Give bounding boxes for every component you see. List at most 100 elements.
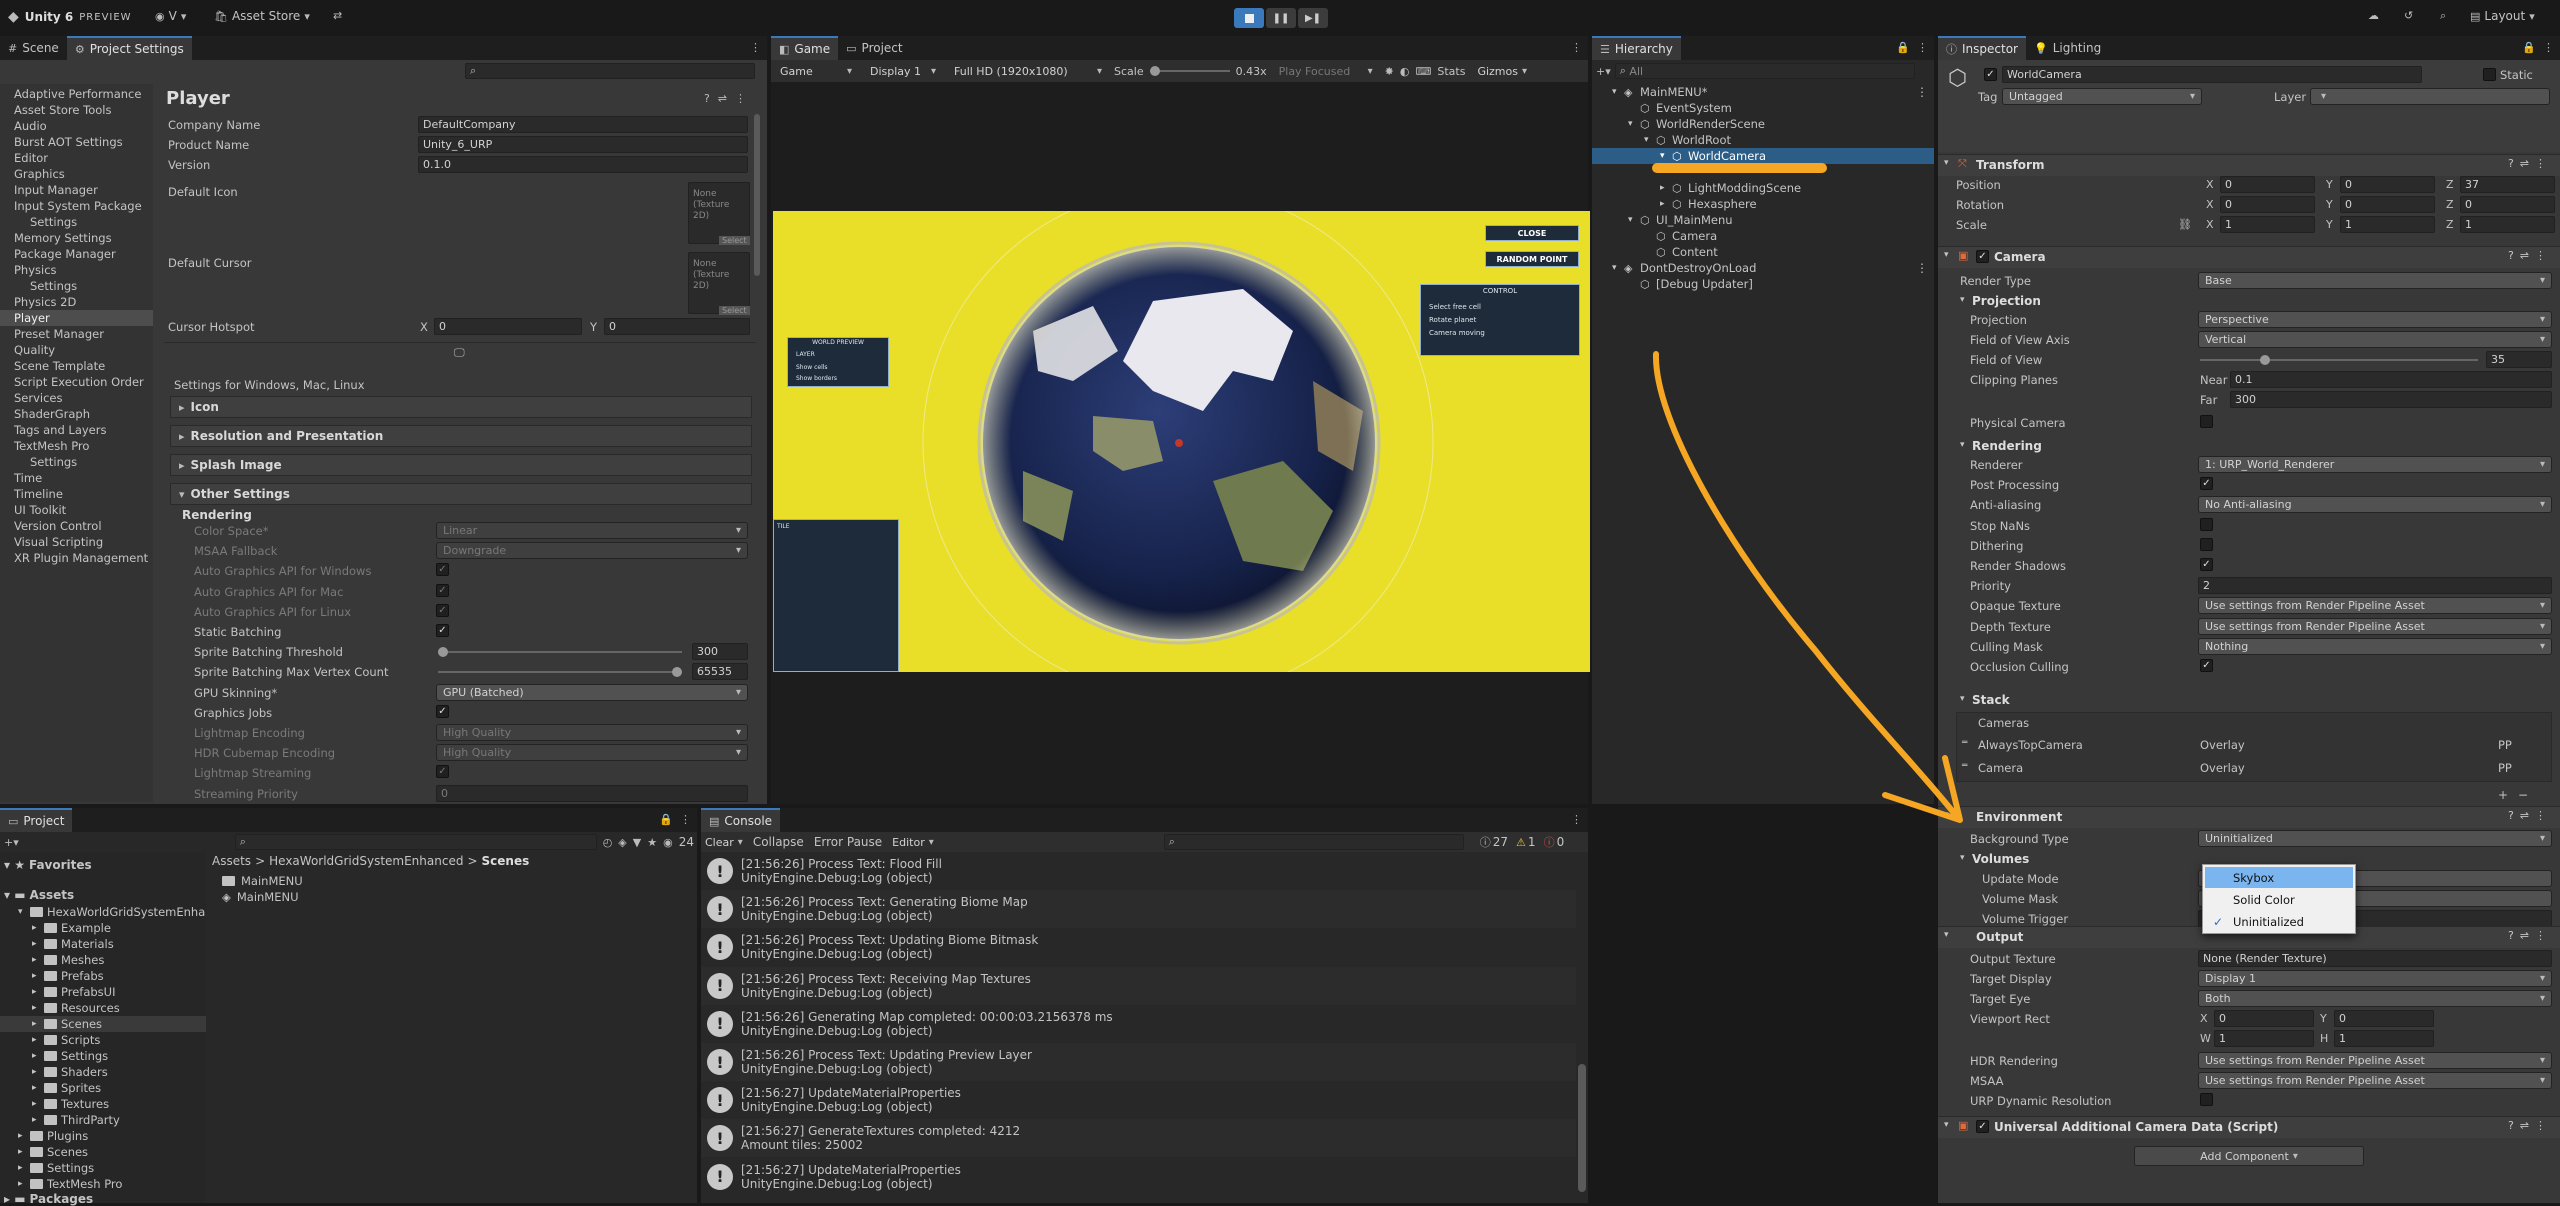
settings-nav-item[interactable]: Settings bbox=[0, 454, 153, 470]
target-display-dropdown[interactable]: Display 1 bbox=[2198, 970, 2552, 987]
log-entry[interactable]: ! [21:56:26] Process Text: Updating Previ… bbox=[701, 1043, 1576, 1081]
property-checkbox[interactable] bbox=[2200, 537, 2213, 551]
component-enabled-checkbox[interactable]: ✓ bbox=[1976, 250, 1989, 263]
project-search-input[interactable]: ⌕ bbox=[234, 834, 597, 850]
console-search-input[interactable]: ⌕ bbox=[1163, 834, 1464, 850]
expand-arrow-icon[interactable]: ▸ bbox=[18, 1179, 26, 1189]
setting-checkbox[interactable]: ✓ bbox=[436, 603, 449, 617]
collapse-toggle[interactable]: Collapse bbox=[753, 835, 804, 849]
log-entry[interactable]: ! [21:56:27] UpdateMaterialProperties Unit… bbox=[701, 1081, 1576, 1120]
more-icon[interactable]: ⋮ bbox=[1917, 41, 1928, 54]
expand-arrow-icon[interactable]: ▸ bbox=[32, 1035, 40, 1045]
audio-icon[interactable]: ◐ bbox=[1400, 65, 1410, 78]
project-tree-item[interactable]: ▸ Plugins bbox=[0, 1128, 206, 1144]
control-rotate[interactable]: Rotate planet bbox=[1429, 316, 1579, 324]
vector-component-field[interactable]: 0 bbox=[2340, 176, 2435, 193]
project-tree-item[interactable]: ▸ Sprites bbox=[0, 1080, 206, 1096]
add-icon[interactable]: +▾ bbox=[1596, 65, 1611, 78]
settings-nav-item[interactable]: Scene Template bbox=[0, 358, 153, 374]
log-entry[interactable]: ! [21:56:26] Process Text: Flood Fill Unit… bbox=[701, 852, 1576, 890]
unity-account-menu[interactable]: ◆ Unity 6 PREVIEW bbox=[8, 9, 132, 25]
breadcrumb-item[interactable]: HexaWorldGridSystemEnhanced bbox=[269, 854, 463, 868]
tab-lighting[interactable]: 💡 Lighting bbox=[2026, 36, 2109, 60]
hotspot-x-field[interactable]: 0 bbox=[434, 318, 582, 335]
foldout-arrow-icon[interactable]: ▾ bbox=[1944, 250, 1949, 260]
tab-inspector[interactable]: ⓘ Inspector bbox=[1938, 36, 2026, 60]
expand-arrow-icon[interactable]: ▾ bbox=[1628, 119, 1633, 129]
stats-toggle[interactable]: Stats bbox=[1437, 65, 1465, 78]
physical-camera-checkbox[interactable] bbox=[2200, 415, 2213, 428]
setting-dropdown[interactable]: GPU (Batched) bbox=[436, 683, 748, 701]
project-tree-item[interactable]: ▸ Shaders bbox=[0, 1064, 206, 1080]
expand-arrow-icon[interactable]: ▸ bbox=[32, 939, 40, 949]
vector-component-field[interactable]: 1 bbox=[2220, 216, 2315, 233]
expand-arrow-icon[interactable]: ▸ bbox=[32, 1019, 40, 1029]
project-tree-item[interactable]: ▸ Settings bbox=[0, 1048, 206, 1064]
control-select[interactable]: Select free cell bbox=[1429, 303, 1579, 311]
component-actions[interactable]: ?⇌⋮ bbox=[2508, 809, 2552, 822]
lock-icon[interactable]: 🔒 bbox=[2522, 41, 2536, 54]
component-actions[interactable]: ?⇌⋮ bbox=[2508, 157, 2552, 170]
settings-nav-item[interactable]: UI Toolkit bbox=[0, 502, 153, 518]
component-enabled-checkbox[interactable]: ✓ bbox=[1976, 1120, 1989, 1133]
setting-checkbox[interactable]: ✓ bbox=[436, 624, 449, 637]
tab-hierarchy[interactable]: ☰ Hierarchy bbox=[1592, 36, 1681, 60]
setting-dropdown[interactable]: High Quality bbox=[436, 744, 748, 762]
vector-component-field[interactable]: 37 bbox=[2460, 176, 2555, 193]
expand-arrow-icon[interactable]: ▸ bbox=[32, 971, 40, 981]
expand-arrow-icon[interactable]: ▸ bbox=[32, 1067, 40, 1077]
setting-checkbox[interactable]: ✓ bbox=[436, 765, 449, 779]
popup-option[interactable]: Skybox bbox=[2205, 867, 2353, 888]
project-tree-item[interactable]: ▸ Scenes bbox=[0, 1016, 206, 1032]
background-type-dropdown[interactable]: Uninitialized bbox=[2198, 830, 2552, 847]
viewport-field[interactable]: 1 bbox=[2214, 1030, 2314, 1047]
hdr-dropdown[interactable]: Use settings from Render Pipeline Asset bbox=[2198, 1052, 2552, 1069]
expand-arrow-icon[interactable]: ▸ bbox=[32, 1115, 40, 1125]
project-tree-item[interactable]: ▸ Prefabs bbox=[0, 968, 206, 984]
settings-nav-item[interactable]: Graphics bbox=[0, 166, 153, 182]
hierarchy-item[interactable]: ▸ ⬡ Hexasphere bbox=[1592, 196, 1934, 212]
expand-arrow-icon[interactable]: ▸ bbox=[32, 923, 40, 933]
foldout-arrow-icon[interactable]: ▾ bbox=[1960, 440, 1965, 450]
setting-slider[interactable] bbox=[438, 647, 682, 658]
packages-root[interactable]: ▸ ▬ Packages bbox=[4, 1192, 93, 1206]
log-entry[interactable]: ! [21:56:26] Process Text: Receiving Map … bbox=[701, 966, 1576, 1005]
scale-slider[interactable] bbox=[1149, 66, 1230, 76]
settings-nav-item[interactable]: Asset Store Tools bbox=[0, 102, 153, 118]
hierarchy-item[interactable]: ▾ ⬡ UI_MainMenu bbox=[1592, 212, 1934, 228]
foldout-arrow-icon[interactable]: ▾ bbox=[1960, 694, 1965, 704]
property-dropdown[interactable]: Nothing bbox=[2198, 637, 2552, 655]
project-tree-item[interactable]: ▸ Scripts bbox=[0, 1032, 206, 1048]
default-icon-slot[interactable]: None (Texture 2D) bbox=[688, 182, 750, 244]
setting-field[interactable]: 0 bbox=[436, 784, 748, 802]
lock-icon[interactable]: 🔒 bbox=[659, 813, 673, 826]
vector-component-field[interactable]: 1 bbox=[2340, 216, 2435, 233]
settings-nav-item[interactable]: Settings bbox=[0, 214, 153, 230]
expand-arrow-icon[interactable]: ▸ bbox=[1660, 183, 1665, 193]
expand-arrow-icon[interactable]: ▸ bbox=[1660, 199, 1665, 209]
property-dropdown[interactable]: Use settings from Render Pipeline Asset bbox=[2198, 617, 2552, 635]
static-checkbox[interactable] bbox=[2483, 68, 2496, 81]
log-entry[interactable]: ! [21:56:26] Process Text: Updating Biome… bbox=[701, 928, 1576, 967]
more-icon[interactable]: ⋮ bbox=[735, 92, 746, 105]
settings-nav-item[interactable]: Script Execution Order bbox=[0, 374, 153, 390]
settings-search-input[interactable]: ⌕ bbox=[465, 63, 755, 79]
expand-arrow-icon[interactable]: ▸ bbox=[32, 1099, 40, 1109]
log-entry[interactable]: ! [21:56:26] Process Text: Generating Bio… bbox=[701, 890, 1576, 929]
project-tree-item[interactable]: ▸ Meshes bbox=[0, 952, 206, 968]
settings-nav-item[interactable]: Preset Manager bbox=[0, 326, 153, 342]
play-button[interactable] bbox=[1234, 8, 1264, 28]
settings-nav-item[interactable]: Memory Settings bbox=[0, 230, 153, 246]
expand-arrow-icon[interactable]: ▾ bbox=[1644, 135, 1649, 145]
expand-arrow-icon[interactable]: ▾ bbox=[1612, 263, 1617, 273]
settings-nav-item[interactable]: Burst AOT Settings bbox=[0, 134, 153, 150]
expand-arrow-icon[interactable]: ▸ bbox=[32, 1003, 40, 1013]
drag-handle-icon[interactable]: ═ bbox=[1962, 761, 1967, 771]
expand-arrow-icon[interactable]: ▸ bbox=[18, 1163, 26, 1173]
settings-nav-item[interactable]: TextMesh Pro bbox=[0, 438, 153, 454]
settings-nav-item[interactable]: Time bbox=[0, 470, 153, 486]
more-icon[interactable]: ⋮ bbox=[1571, 813, 1582, 826]
tab-game[interactable]: ◧ Game bbox=[771, 36, 839, 60]
dynamic-resolution-checkbox[interactable] bbox=[2200, 1093, 2213, 1106]
setting-dropdown[interactable]: Linear bbox=[436, 522, 748, 539]
